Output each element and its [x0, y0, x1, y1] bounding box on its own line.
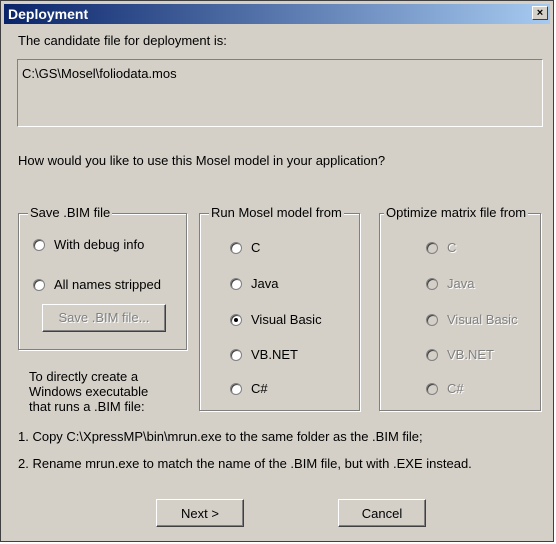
radio-run-java[interactable]: Java	[230, 276, 278, 291]
radio-opt-csharp[interactable]: C#	[426, 381, 464, 396]
radio-run-c[interactable]: C	[230, 240, 260, 255]
radio-circle-icon	[426, 241, 438, 254]
save-bim-group-title: Save .BIM file	[28, 205, 113, 220]
step-2: 2. Rename mrun.exe to match the name of …	[18, 456, 472, 471]
radio-circle-icon	[33, 238, 45, 251]
optimize-matrix-group: Optimize matrix file from C Java Visual …	[379, 205, 541, 411]
radio-circle-icon	[426, 382, 438, 395]
candidate-path-box: C:\GS\Mosel\foliodata.mos	[17, 59, 543, 127]
radio-checked-icon	[230, 313, 242, 326]
exe-note-line-3: that runs a .BIM file:	[29, 399, 145, 414]
save-bim-file-button[interactable]: Save .BIM file...	[42, 304, 166, 332]
radio-circle-icon	[230, 241, 242, 254]
radio-with-debug-info[interactable]: With debug info	[33, 237, 144, 252]
exe-note-line-1: To directly create a	[29, 369, 139, 384]
deployment-dialog: Deployment × The candidate file for depl…	[0, 0, 554, 542]
radio-run-csharp[interactable]: C#	[230, 381, 268, 396]
radio-circle-icon	[230, 348, 242, 361]
radio-circle-icon	[426, 313, 438, 326]
run-mosel-group: Run Mosel model from C Java Visual Basic…	[199, 205, 360, 411]
radio-circle-icon	[426, 277, 438, 290]
close-icon: ×	[536, 7, 544, 19]
radio-opt-visual-basic[interactable]: Visual Basic	[426, 312, 518, 327]
radio-opt-c[interactable]: C	[426, 240, 456, 255]
radio-circle-icon	[33, 278, 45, 291]
radio-run-vbnet[interactable]: VB.NET	[230, 347, 298, 362]
optimize-matrix-group-title: Optimize matrix file from	[384, 205, 529, 220]
run-mosel-group-title: Run Mosel model from	[209, 205, 344, 220]
next-button[interactable]: Next >	[156, 499, 244, 527]
candidate-label: The candidate file for deployment is:	[18, 33, 227, 48]
save-bim-group: Save .BIM file With debug info All names…	[18, 205, 187, 350]
step-1: 1. Copy C:\XpressMP\bin\mrun.exe to the …	[18, 429, 423, 444]
radio-circle-icon	[230, 382, 242, 395]
radio-circle-icon	[426, 348, 438, 361]
radio-all-names-stripped[interactable]: All names stripped	[33, 277, 161, 292]
radio-circle-icon	[230, 277, 242, 290]
radio-run-visual-basic[interactable]: Visual Basic	[230, 312, 322, 327]
close-button[interactable]: ×	[532, 6, 548, 20]
question-text: How would you like to use this Mosel mod…	[18, 153, 386, 168]
cancel-button[interactable]: Cancel	[338, 499, 426, 527]
radio-opt-vbnet[interactable]: VB.NET	[426, 347, 494, 362]
exe-note-line-2: Windows executable	[29, 384, 149, 399]
title-bar: Deployment ×	[4, 4, 550, 24]
window-title: Deployment	[8, 6, 89, 22]
radio-opt-java[interactable]: Java	[426, 276, 474, 291]
candidate-path: C:\GS\Mosel\foliodata.mos	[22, 66, 177, 81]
